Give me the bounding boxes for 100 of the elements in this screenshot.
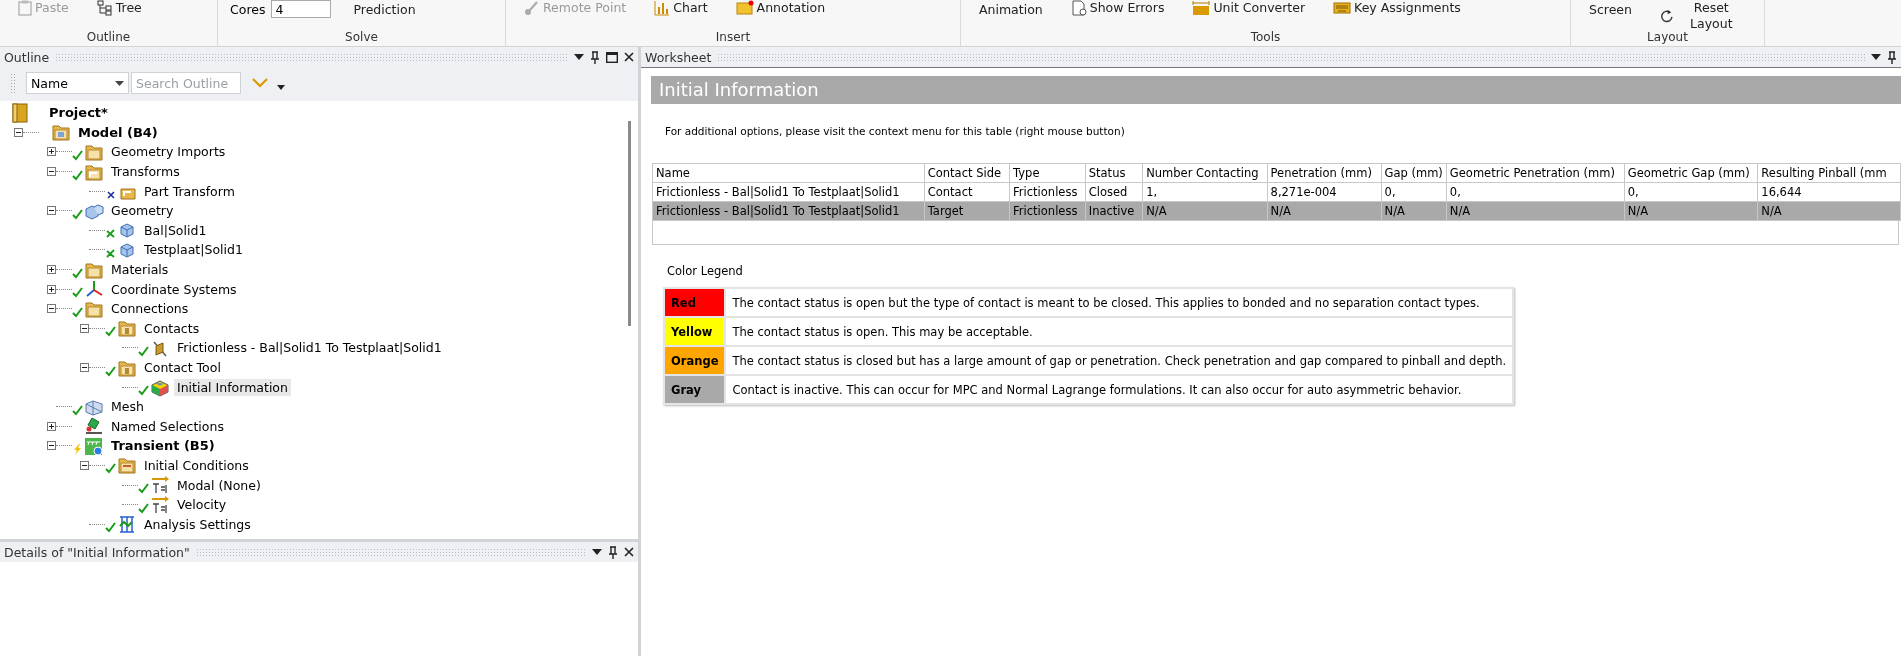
- dropdown-icon[interactable]: [1871, 54, 1881, 60]
- tree-item[interactable]: Coordinate Systems: [108, 280, 240, 298]
- scrollbar-thumb[interactable]: [628, 121, 631, 326]
- panel-title: Outline: [4, 49, 50, 65]
- group-label: Outline: [85, 30, 132, 46]
- tree-item[interactable]: Part Transform: [141, 182, 238, 200]
- expand-toggle[interactable]: [47, 421, 56, 431]
- column-header[interactable]: Penetration (mm): [1267, 163, 1382, 183]
- ribbon-button[interactable]: Show Errors: [1064, 0, 1171, 17]
- close-icon[interactable]: [624, 547, 634, 557]
- ribbon-button[interactable]: Reset Layout: [1654, 0, 1752, 33]
- collapse-toggle[interactable]: [14, 127, 23, 137]
- tree-item[interactable]: Transforms: [108, 163, 183, 181]
- close-icon[interactable]: [624, 52, 634, 62]
- table-cell: Frictionless: [1009, 182, 1086, 202]
- expand-toggle[interactable]: [47, 265, 56, 275]
- collapse-toggle[interactable]: [80, 363, 89, 372]
- search-field[interactable]: Search Outline: [131, 72, 241, 94]
- tree-item[interactable]: Frictionless - Bal|Solid1 To Testplaat|Solid1: [174, 339, 445, 357]
- legend-title: Color Legend: [667, 264, 744, 278]
- colored-cube-icon: [151, 380, 169, 397]
- tree-item[interactable]: Transient (B5): [108, 437, 218, 455]
- column-header[interactable]: Geometric Penetration (mm): [1446, 163, 1625, 183]
- dropdown-icon[interactable]: [592, 549, 602, 555]
- collapse-toggle[interactable]: [47, 304, 56, 314]
- table-cell: 16,644: [1757, 182, 1901, 202]
- table-cell: 8,271e-004: [1267, 182, 1382, 202]
- tree-item[interactable]: Named Selections: [108, 417, 227, 435]
- circular-arrow-icon: [1660, 8, 1674, 24]
- transform-icon: [120, 188, 136, 200]
- dropdown-icon: [115, 80, 124, 86]
- tree-item[interactable]: Mesh: [108, 398, 147, 416]
- mesh-icon: [85, 400, 103, 416]
- cores-field[interactable]: 4: [271, 0, 332, 18]
- tree-item[interactable]: Contact Tool: [141, 359, 224, 376]
- tree-item[interactable]: Analysis Settings: [141, 515, 254, 533]
- cube-icon: [120, 243, 134, 258]
- tree-item[interactable]: Project*: [46, 104, 111, 122]
- model-folder-icon: [52, 125, 70, 141]
- collapse-toggle[interactable]: [47, 167, 56, 177]
- keyboard-icon: [1333, 1, 1352, 15]
- tree-item[interactable]: Geometry: [108, 202, 177, 220]
- column-header[interactable]: Status: [1085, 163, 1143, 183]
- ribbon-button[interactable]: Chart: [648, 0, 714, 17]
- column-header[interactable]: Name: [652, 163, 925, 183]
- cubes-icon: [85, 204, 104, 220]
- tree-item[interactable]: Materials: [108, 261, 172, 279]
- ribbon-button[interactable]: Animation: [973, 0, 1049, 19]
- ribbon-button[interactable]: Annotation: [729, 0, 832, 17]
- collapse-toggle[interactable]: [47, 206, 56, 216]
- t-zero-arrow-icon: [151, 476, 169, 494]
- tree-item[interactable]: Modal (None): [174, 476, 264, 494]
- table-cell: Closed: [1085, 182, 1143, 202]
- legend-text: The contact status is closed but has a large amount of gap or penetration. Check penetration and gap compared to pinball and depth.: [725, 346, 1514, 375]
- maximize-icon[interactable]: [606, 51, 618, 63]
- tree-item[interactable]: Bal|Solid1: [141, 221, 210, 239]
- column-header[interactable]: Geometric Gap (mm): [1624, 163, 1758, 183]
- field-label: Cores: [230, 1, 266, 17]
- folder-icon: [85, 263, 103, 279]
- ribbon-button[interactable]: Prediction: [347, 0, 422, 19]
- ribbon-button[interactable]: Tree: [90, 0, 148, 17]
- group-label: Solve: [344, 30, 379, 46]
- pin-icon[interactable]: [608, 545, 618, 559]
- dropdown-icon[interactable]: [574, 54, 584, 60]
- legend-text: The contact status is open. This may be acceptable.: [725, 317, 1514, 346]
- t-zero-arrow-icon: [151, 495, 169, 514]
- ribbon-button[interactable]: Key Assignments: [1327, 0, 1467, 17]
- tree-item[interactable]: Velocity: [174, 496, 230, 514]
- column-header[interactable]: Number Contacting: [1142, 163, 1268, 183]
- pin-icon[interactable]: [590, 50, 600, 64]
- section-heading: Initial Information: [651, 76, 1901, 104]
- folder-icon: [85, 302, 103, 318]
- column-header[interactable]: Gap (mm): [1381, 163, 1447, 183]
- group-label: Insert: [714, 30, 752, 46]
- dropdown-icon[interactable]: [277, 84, 285, 90]
- column-header[interactable]: Contact Side: [924, 163, 1010, 183]
- tree-item[interactable]: Geometry Imports: [108, 143, 229, 161]
- tree-item[interactable]: Initial Conditions: [141, 457, 252, 474]
- panel-title: Details of "Initial Information": [4, 544, 190, 560]
- tree-item[interactable]: Contacts: [141, 319, 203, 337]
- collapse-toggle[interactable]: [47, 441, 56, 451]
- tree-item[interactable]: Model (B4): [75, 123, 161, 141]
- folder-icon: [85, 145, 103, 161]
- tree-item[interactable]: Connections: [108, 300, 192, 318]
- table-cell: 1,: [1142, 182, 1268, 202]
- name-dropdown[interactable]: Name: [26, 72, 129, 94]
- clipboard-icon: [18, 0, 32, 16]
- expand-toggle[interactable]: [47, 147, 56, 157]
- column-header[interactable]: Resulting Pinball (mm: [1757, 163, 1901, 183]
- tree-icon: [96, 0, 113, 16]
- expand-toggle[interactable]: [47, 284, 56, 294]
- pin-icon[interactable]: [1887, 50, 1897, 64]
- legend-text: Contact is inactive. This can occur for MPC and Normal Lagrange formulations. It can also occur for auto asymmetric behavior.: [725, 375, 1514, 404]
- collapse-toggle[interactable]: [80, 323, 89, 333]
- collapse-toggle[interactable]: [80, 461, 89, 470]
- ribbon-button[interactable]: Screen: [1583, 0, 1638, 19]
- ribbon-button[interactable]: Unit Converter: [1186, 0, 1312, 17]
- column-header[interactable]: Type: [1009, 163, 1086, 183]
- tree-item[interactable]: Testplaat|Solid1: [141, 241, 246, 259]
- tree-item[interactable]: Initial Information: [174, 378, 291, 396]
